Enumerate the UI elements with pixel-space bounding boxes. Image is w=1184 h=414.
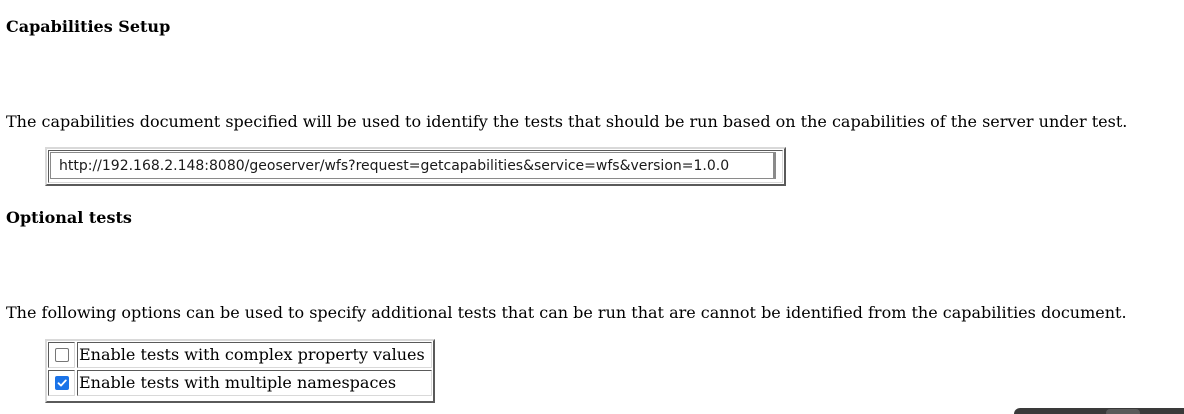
optional-tests-heading: Optional tests [6, 208, 132, 227]
multiple-namespaces-checkbox[interactable] [55, 376, 69, 390]
capabilities-description: The capabilities document specified will… [6, 112, 1128, 131]
optional-tests-table: Enable tests with complex property value… [45, 339, 435, 403]
complex-property-label: Enable tests with complex property value… [77, 342, 432, 368]
capabilities-url-cell [48, 150, 783, 183]
option-row-multiple-namespaces: Enable tests with multiple namespaces [48, 370, 432, 396]
horizontal-scrollbar[interactable] [1014, 408, 1184, 414]
optional-tests-description: The following options can be used to spe… [6, 303, 1127, 322]
multiple-namespaces-label: Enable tests with multiple namespaces [77, 370, 432, 396]
option-row-complex-property: Enable tests with complex property value… [48, 342, 432, 368]
capabilities-url-input[interactable] [50, 152, 776, 179]
complex-property-checkbox[interactable] [55, 348, 69, 362]
capabilities-setup-heading: Capabilities Setup [6, 17, 171, 36]
check-icon [57, 379, 67, 387]
option-checkbox-cell [48, 370, 75, 396]
option-checkbox-cell [48, 342, 75, 368]
capabilities-url-table [45, 147, 786, 186]
scrollbar-thumb[interactable] [1106, 409, 1140, 414]
